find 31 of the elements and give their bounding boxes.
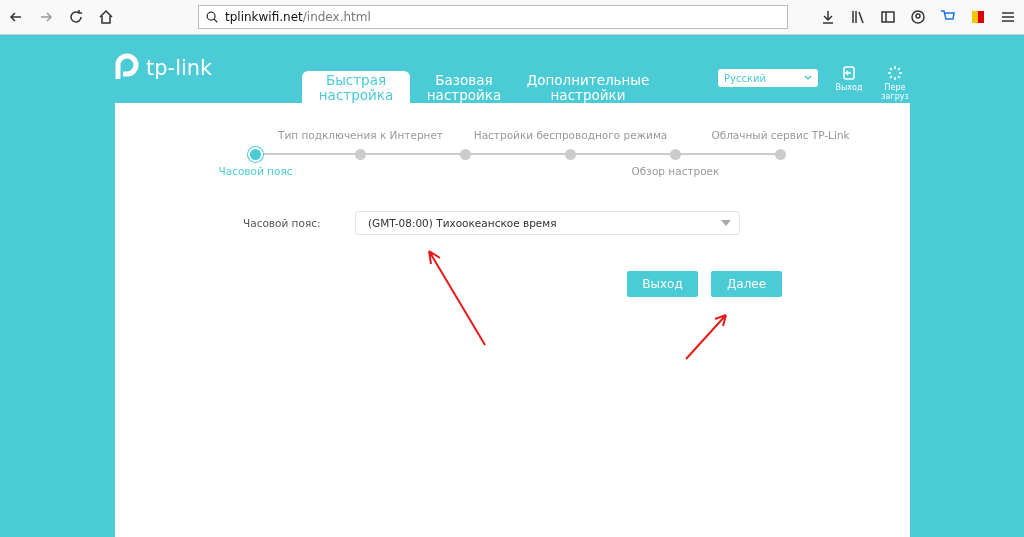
nav-tab[interactable]: Базовая настройка xyxy=(410,71,518,103)
logo-text: tp-link xyxy=(146,56,213,80)
library-icon[interactable] xyxy=(850,9,866,25)
annotation-arrow xyxy=(684,311,730,361)
step-label: Часовой пояс xyxy=(218,165,293,177)
step-label: Настройки беспроводного режима xyxy=(473,129,668,141)
timezone-select[interactable]: (GMT-08:00) Тихоокеанское время xyxy=(355,211,740,235)
reload-icon[interactable] xyxy=(68,9,84,25)
account-icon[interactable] xyxy=(910,9,926,25)
nav-tab[interactable]: Дополнительные настройки xyxy=(518,71,658,103)
field-label: Часовой пояс: xyxy=(243,217,322,229)
dropdown-arrow-icon xyxy=(721,220,731,226)
search-icon[interactable] xyxy=(205,10,219,24)
step-label: Тип подключения к Интернет xyxy=(278,129,443,141)
address-field[interactable]: tplinkwifi.net/index.html xyxy=(198,5,788,29)
url-host: tplinkwifi.net xyxy=(225,10,303,24)
language-select[interactable]: Русский xyxy=(718,69,818,87)
step-label: Обзор настроек xyxy=(631,165,720,177)
chevron-icon xyxy=(804,75,812,81)
flag-icon[interactable] xyxy=(970,9,986,25)
action-label[interactable]: Пере загруз xyxy=(878,83,912,101)
action-button[interactable]: Далее xyxy=(711,271,782,297)
home-icon[interactable] xyxy=(98,9,114,25)
menu-icon[interactable] xyxy=(1000,9,1016,25)
nav-tab[interactable]: Быстрая настройка xyxy=(302,71,410,103)
action-label[interactable]: Выход xyxy=(835,83,863,92)
url-path: /index.html xyxy=(302,10,371,24)
step-label: Облачный сервис TP-Link xyxy=(711,129,850,141)
action-button[interactable]: Выход xyxy=(627,271,698,297)
download-icon[interactable] xyxy=(820,9,836,25)
sidebar-icon[interactable] xyxy=(880,9,896,25)
